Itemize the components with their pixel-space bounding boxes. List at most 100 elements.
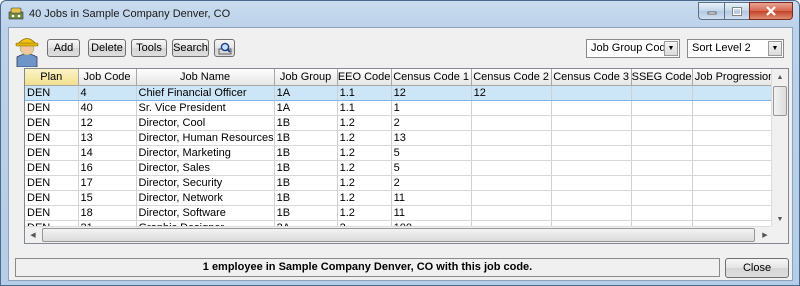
table-cell[interactable]: Chief Financial Officer (136, 84, 275, 101)
table-cell[interactable] (551, 115, 632, 131)
column-header[interactable]: Census Code 2 (471, 69, 552, 86)
table-cell[interactable] (631, 205, 693, 221)
table-cell[interactable]: 1.1 (337, 84, 392, 101)
table-cell[interactable]: DEN (25, 115, 79, 131)
group-by-select[interactable]: Job Group Code ▼ (586, 39, 680, 58)
table-cell[interactable]: 1B (274, 175, 338, 191)
delete-button[interactable]: Delete (88, 39, 126, 57)
table-row[interactable]: DEN 18 Director, Software 1B 1.2 11 (25, 205, 778, 221)
column-header[interactable]: EEO Code (337, 69, 392, 86)
table-cell[interactable]: 13 (78, 130, 137, 146)
table-row[interactable]: DEN 4 Chief Financial Officer 1A 1.1 12 12 (25, 84, 778, 101)
add-button[interactable]: Add (47, 39, 80, 57)
table-cell[interactable]: 11 (391, 205, 472, 221)
table-cell[interactable]: 5 (391, 160, 472, 176)
table-cell[interactable]: 4 (78, 84, 137, 101)
table-cell[interactable] (692, 100, 778, 116)
column-header[interactable]: Job Group (274, 69, 338, 86)
table-cell[interactable]: DEN (25, 145, 79, 161)
table-cell[interactable]: Director, Network (136, 190, 275, 206)
table-cell[interactable] (692, 160, 778, 176)
table-cell[interactable]: 1B (274, 130, 338, 146)
table-cell[interactable] (551, 190, 632, 206)
table-cell[interactable]: 1B (274, 190, 338, 206)
table-cell[interactable] (551, 145, 632, 161)
table-cell[interactable] (692, 84, 778, 101)
column-header[interactable]: Plan (25, 69, 79, 86)
vertical-scroll-thumb[interactable] (773, 86, 787, 116)
table-cell[interactable] (692, 115, 778, 131)
table-cell[interactable]: 12 (471, 84, 552, 101)
table-cell[interactable]: 17 (78, 175, 137, 191)
table-cell[interactable] (631, 84, 693, 101)
table-cell[interactable] (692, 205, 778, 221)
table-cell[interactable] (692, 130, 778, 146)
table-cell[interactable]: 18 (78, 205, 137, 221)
close-button[interactable]: Close (725, 258, 789, 278)
table-cell[interactable] (631, 145, 693, 161)
scroll-left-icon[interactable]: ◀ (25, 227, 41, 243)
table-cell[interactable]: 11 (391, 190, 472, 206)
search-button[interactable]: Search (172, 39, 209, 57)
table-cell[interactable]: 15 (78, 190, 137, 206)
sort-level-select[interactable]: Sort Level 2 ▼ (687, 39, 784, 58)
table-cell[interactable]: DEN (25, 130, 79, 146)
table-cell[interactable]: 1.1 (337, 100, 392, 116)
table-cell[interactable] (692, 145, 778, 161)
table-cell[interactable]: 1A (274, 100, 338, 116)
table-cell[interactable]: Director, Security (136, 175, 275, 191)
table-cell[interactable]: 1.2 (337, 115, 392, 131)
column-header[interactable]: Census Code 3 (551, 69, 632, 86)
table-cell[interactable] (631, 160, 693, 176)
table-cell[interactable] (631, 100, 693, 116)
table-cell[interactable]: 12 (391, 84, 472, 101)
table-cell[interactable]: 2 (391, 115, 472, 131)
window-close-button[interactable] (749, 2, 793, 20)
table-cell[interactable]: 1A (274, 84, 338, 101)
table-cell[interactable]: 2 (391, 175, 472, 191)
table-cell[interactable]: DEN (25, 100, 79, 116)
table-cell[interactable]: DEN (25, 175, 79, 191)
table-cell[interactable]: Director, Sales (136, 160, 275, 176)
table-cell[interactable]: 1.2 (337, 205, 392, 221)
dropdown-arrow-icon[interactable]: ▼ (768, 41, 782, 56)
column-header[interactable]: Job Code (78, 69, 137, 86)
table-cell[interactable]: 40 (78, 100, 137, 116)
table-row[interactable]: DEN 13 Director, Human Resources 1B 1.2 13 (25, 130, 778, 146)
table-cell[interactable]: 1.2 (337, 145, 392, 161)
table-cell[interactable] (631, 175, 693, 191)
table-cell[interactable]: 16 (78, 160, 137, 176)
title-bar[interactable]: 40 Jobs in Sample Company Denver, CO (1, 1, 799, 27)
table-cell[interactable] (692, 190, 778, 206)
table-cell[interactable]: 1.2 (337, 190, 392, 206)
table-cell[interactable]: DEN (25, 84, 79, 101)
table-cell[interactable]: DEN (25, 205, 79, 221)
horizontal-scrollbar[interactable]: ◀ ▶ (25, 226, 773, 243)
table-cell[interactable]: 1 (391, 100, 472, 116)
table-cell[interactable]: 1.2 (337, 160, 392, 176)
table-cell[interactable]: DEN (25, 190, 79, 206)
table-cell[interactable]: 1B (274, 145, 338, 161)
vertical-scrollbar[interactable]: ▲ ▼ (771, 69, 788, 227)
column-header[interactable]: Job Name (136, 69, 275, 86)
column-header[interactable]: Job Progression (692, 69, 778, 86)
horizontal-scroll-thumb[interactable] (42, 228, 755, 242)
table-row[interactable]: DEN 17 Director, Security 1B 1.2 2 (25, 175, 778, 191)
table-cell[interactable]: Sr. Vice President (136, 100, 275, 116)
table-cell[interactable] (631, 115, 693, 131)
table-cell[interactable] (551, 160, 632, 176)
table-cell[interactable] (631, 130, 693, 146)
maximize-button[interactable] (724, 2, 749, 20)
table-cell[interactable]: Director, Marketing (136, 145, 275, 161)
table-cell[interactable]: 1.2 (337, 130, 392, 146)
table-row[interactable]: DEN 14 Director, Marketing 1B 1.2 5 (25, 145, 778, 161)
table-cell[interactable]: 13 (391, 130, 472, 146)
dropdown-arrow-icon[interactable]: ▼ (664, 41, 678, 56)
table-cell[interactable] (471, 190, 552, 206)
table-cell[interactable] (471, 175, 552, 191)
table-cell[interactable]: DEN (25, 160, 79, 176)
table-cell[interactable]: 12 (78, 115, 137, 131)
table-cell[interactable]: Director, Software (136, 205, 275, 221)
print-preview-button[interactable] (214, 39, 235, 57)
table-cell[interactable]: 1.2 (337, 175, 392, 191)
